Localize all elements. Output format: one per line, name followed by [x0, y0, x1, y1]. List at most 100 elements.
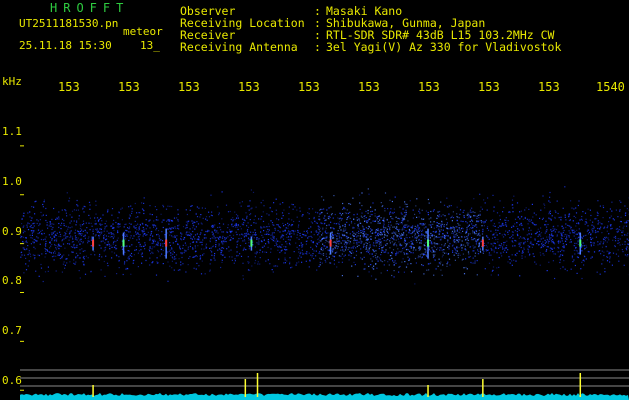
noise-pixel — [423, 224, 425, 226]
noise-pixel — [41, 229, 43, 231]
noise-pixel — [335, 247, 337, 249]
noise-pixel — [348, 237, 350, 239]
noise-pixel — [182, 247, 184, 249]
noise-pixel — [63, 219, 65, 222]
noise-pixel — [381, 228, 383, 230]
noise-pixel — [82, 230, 84, 232]
noise-pixel — [255, 222, 257, 224]
noise-pixel — [454, 259, 456, 261]
noise-pixel — [180, 261, 182, 263]
noise-pixel — [585, 218, 587, 220]
noise-pixel — [572, 261, 574, 263]
noise-pixel — [358, 220, 361, 222]
noise-pixel — [321, 222, 323, 225]
noise-pixel — [386, 228, 388, 230]
noise-pixel — [433, 238, 435, 240]
noise-pixel — [521, 255, 523, 257]
noise-pixel — [558, 256, 560, 258]
noise-pixel — [485, 235, 488, 237]
noise-pixel — [374, 215, 376, 217]
noise-pixel — [414, 257, 417, 260]
noise-pixel — [461, 240, 463, 242]
noise-pixel — [199, 216, 201, 218]
noise-pixel — [577, 240, 579, 242]
noise-pixel — [344, 234, 346, 237]
noise-pixel — [573, 232, 575, 234]
noise-pixel — [247, 256, 249, 258]
noise-pixel — [573, 259, 575, 261]
noise-pixel — [453, 227, 456, 229]
noise-pixel — [243, 222, 245, 224]
noise-pixel — [44, 238, 46, 240]
noise-pixel — [440, 236, 442, 238]
noise-pixel — [380, 272, 382, 274]
noise-pixel — [568, 235, 570, 237]
noise-pixel — [308, 252, 310, 254]
noise-pixel — [275, 242, 277, 244]
noise-pixel — [374, 220, 376, 222]
noise-pixel — [263, 245, 265, 247]
noise-pixel — [31, 234, 33, 236]
noise-pixel — [138, 229, 140, 231]
noise-pixel — [108, 243, 110, 245]
noise-pixel — [193, 267, 195, 269]
noise-pixel — [525, 207, 527, 209]
noise-pixel — [200, 273, 203, 275]
noise-pixel — [586, 222, 588, 224]
noise-pixel — [303, 235, 305, 237]
noise-pixel — [218, 214, 220, 216]
noise-pixel — [360, 242, 362, 244]
noise-pixel — [44, 250, 47, 252]
noise-pixel — [479, 242, 481, 244]
noise-pixel — [475, 243, 477, 245]
noise-pixel — [473, 198, 475, 200]
antenna-value: 3el Yagi(V) Az 330 for Vladivostok — [326, 40, 562, 54]
noise-pixel — [440, 229, 442, 231]
noise-pixel — [421, 223, 423, 225]
noise-pixel — [625, 225, 628, 227]
noise-pixel — [481, 208, 483, 210]
noise-pixel — [589, 209, 591, 211]
noise-pixel — [485, 249, 487, 251]
noise-pixel — [177, 225, 179, 227]
noise-pixel — [373, 242, 375, 244]
noise-pixel — [604, 236, 606, 239]
noise-pixel — [200, 248, 203, 250]
noise-pixel — [523, 237, 525, 239]
noise-pixel — [192, 230, 194, 233]
spectrogram — [20, 97, 629, 400]
noise-pixel — [211, 225, 214, 227]
noise-pixel — [327, 249, 329, 251]
noise-pixel — [453, 234, 455, 236]
noise-pixel — [340, 255, 342, 257]
noise-pixel — [65, 236, 67, 238]
noise-pixel — [511, 204, 513, 206]
noise-pixel — [181, 253, 183, 255]
noise-pixel — [413, 246, 415, 249]
noise-pixel — [473, 262, 475, 264]
noise-pixel — [189, 245, 191, 248]
noise-pixel — [363, 235, 365, 237]
noise-pixel — [307, 212, 309, 214]
noise-pixel — [248, 209, 250, 211]
noise-pixel — [206, 246, 208, 248]
noise-pixel — [382, 250, 384, 252]
noise-pixel — [503, 247, 505, 249]
noise-pixel — [72, 251, 74, 253]
noise-pixel — [365, 210, 367, 213]
noise-pixel — [619, 210, 621, 212]
noise-pixel — [503, 233, 505, 235]
noise-pixel — [393, 226, 396, 228]
noise-pixel — [333, 222, 335, 225]
noise-pixel — [137, 252, 139, 254]
noise-pixel — [169, 244, 171, 247]
noise-pixel — [262, 220, 265, 222]
noise-pixel — [319, 230, 321, 232]
noise-pixel — [76, 246, 78, 248]
noise-pixel — [254, 233, 256, 235]
noise-pixel — [365, 239, 367, 241]
noise-pixel — [367, 209, 369, 212]
noise-pixel — [421, 234, 423, 237]
noise-pixel — [495, 238, 497, 241]
noise-pixel — [468, 216, 470, 218]
